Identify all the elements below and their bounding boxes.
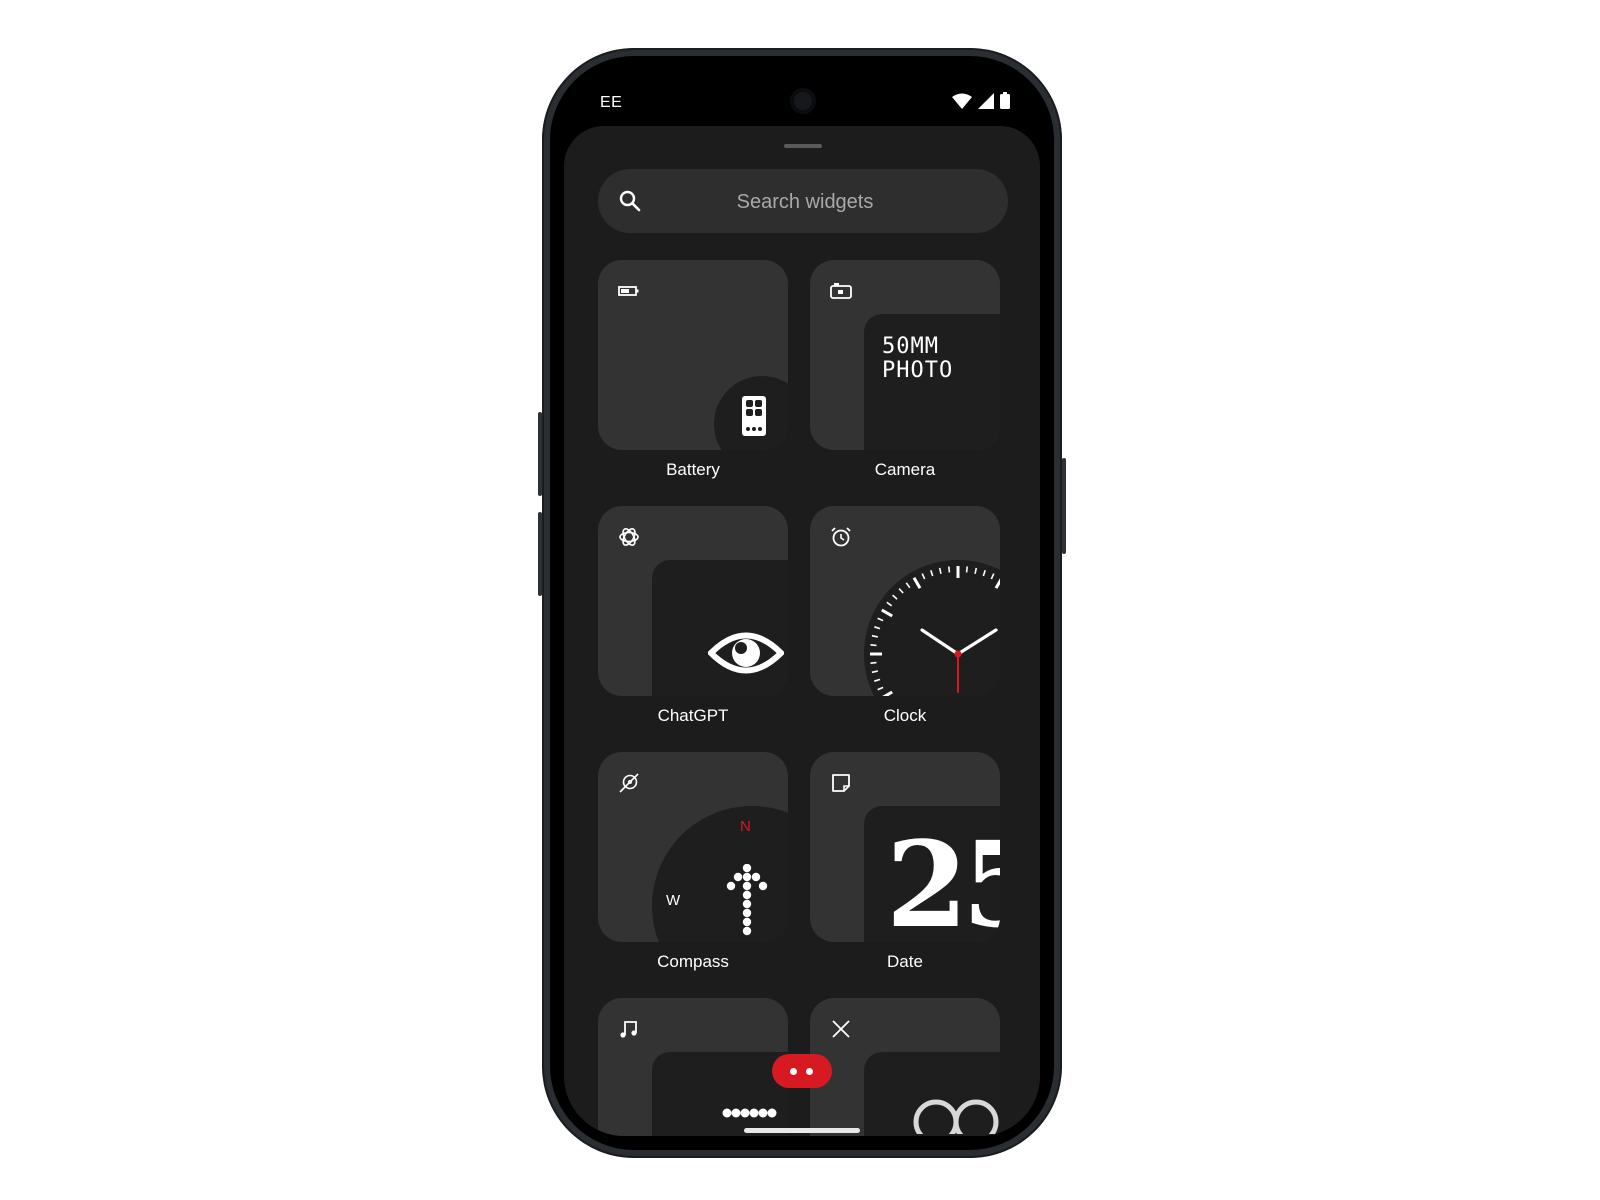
search-input[interactable] [658,169,952,235]
clock-tick [965,566,968,573]
page-dot-2 [806,1068,813,1075]
volume-down-button [538,512,542,596]
eye-icon [708,632,784,674]
widget-card-clock[interactable] [810,506,1000,696]
status-icons [952,92,1010,109]
widget-card-compass[interactable]: N W [598,752,788,942]
home-gesture-bar[interactable] [744,1128,860,1133]
search-icon [619,190,641,212]
clock-tick [948,566,951,573]
phone-dot-icon [742,396,766,436]
music-dots [722,1108,777,1118]
camera-icon [830,283,852,299]
clock-face-preview [864,560,1000,696]
music-note-icon [620,1021,637,1038]
chatgpt-preview [652,560,788,696]
widget-card-music[interactable] [598,998,788,1136]
needle-dot [742,864,752,873]
music-preview [652,1052,788,1136]
needle-dot [758,881,768,891]
power-button [1062,458,1066,554]
phone-frame: EE Search widgets Battery 50MM PHOTO Cam… [538,48,1066,1158]
chatgpt-icon [619,528,639,546]
clock-tick [870,644,877,647]
needle-dot [742,872,752,882]
compass-needle [726,864,768,936]
widget-label-camera: Camera [874,460,936,479]
page-indicator-pill[interactable] [772,1054,832,1088]
date-preview: 25 [864,806,1000,942]
needle-dot [742,917,752,927]
clock-dial [864,560,1000,696]
compass-north-label: N [740,818,751,835]
widget-card-date[interactable]: 25 [810,752,1000,942]
compass-icon [619,773,639,793]
widget-label-clock: Clock [883,706,927,725]
needle-dot [742,926,752,936]
status-bar: EE [550,56,1054,126]
volume-up-button [538,412,542,496]
needle-dot [733,872,743,882]
widget-card-chatgpt[interactable] [598,506,788,696]
needle-dot [742,881,752,891]
clock-center [954,650,962,658]
widget-label-compass: Compass [657,952,729,971]
battery-icon [618,286,639,296]
signal-icon [978,92,994,109]
widget-label-chatgpt: ChatGPT [657,706,729,725]
page-dot-1 [790,1068,797,1075]
needle-dot [742,890,752,900]
widget-card-x[interactable] [810,998,1000,1136]
widget-picker-sheet: Battery 50MM PHOTO Camera [564,126,1040,1136]
needle-dot [742,908,752,918]
widget-label-battery: Battery [666,460,720,479]
camera-preview-line-2: PHOTO [882,358,954,383]
compass-west-label: W [666,892,681,909]
needle-dot [726,881,736,891]
needle-dot [751,872,761,882]
needle-dot [742,899,752,909]
phone-screen: EE Search widgets Battery 50MM PHOTO Cam… [550,56,1054,1150]
search-bar[interactable] [598,169,1008,235]
x-icon [832,1020,850,1038]
widget-card-battery[interactable] [598,260,788,450]
widget-card-camera[interactable]: 50MM PHOTO [810,260,1000,450]
camera-preview: 50MM PHOTO [864,314,1000,450]
widget-label-date: Date [887,952,923,971]
camera-preview-line-1: 50MM [882,334,939,359]
wifi-icon [952,93,972,109]
clock-tick [870,661,877,664]
carrier-label: EE [600,94,623,111]
battery-status-icon [1000,92,1010,109]
front-camera [790,88,816,114]
sheet-drag-handle[interactable] [784,144,822,148]
note-icon [832,774,850,792]
date-preview-number: 25 [886,815,1000,943]
x-preview-rings [913,1099,999,1134]
